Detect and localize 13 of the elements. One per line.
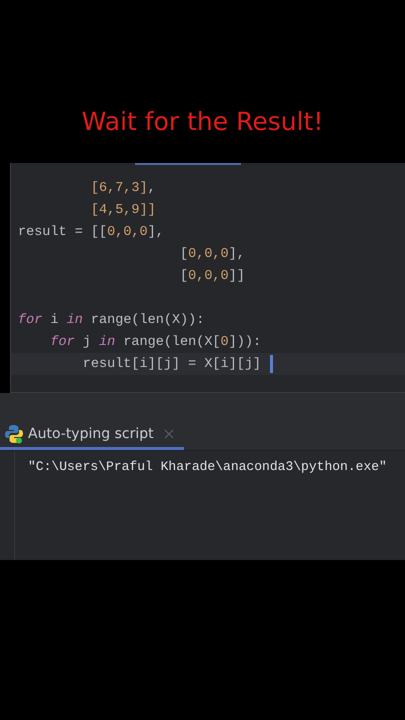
code-line: [4,5,9]]	[90, 202, 156, 218]
video-caption: Wait for the Result!	[82, 107, 324, 136]
code-line: result = [[0,0,0],	[18, 224, 164, 240]
close-icon[interactable]	[164, 428, 174, 438]
python-icon	[4, 424, 24, 444]
code-line: [6,7,3],	[90, 180, 156, 196]
code-line: [0,0,0]]	[180, 268, 245, 284]
code-line: [0,0,0],	[180, 246, 245, 262]
code-line: result[i][j] = X[i][j]	[82, 356, 262, 372]
code-line: for i in range(len(X)):	[18, 312, 204, 328]
console-output: "C:\Users\Praful Kharade\anaconda3\python.exe"	[28, 459, 387, 474]
text-cursor	[270, 355, 274, 373]
code-line: for j in range(len(X[0])):	[50, 334, 262, 350]
